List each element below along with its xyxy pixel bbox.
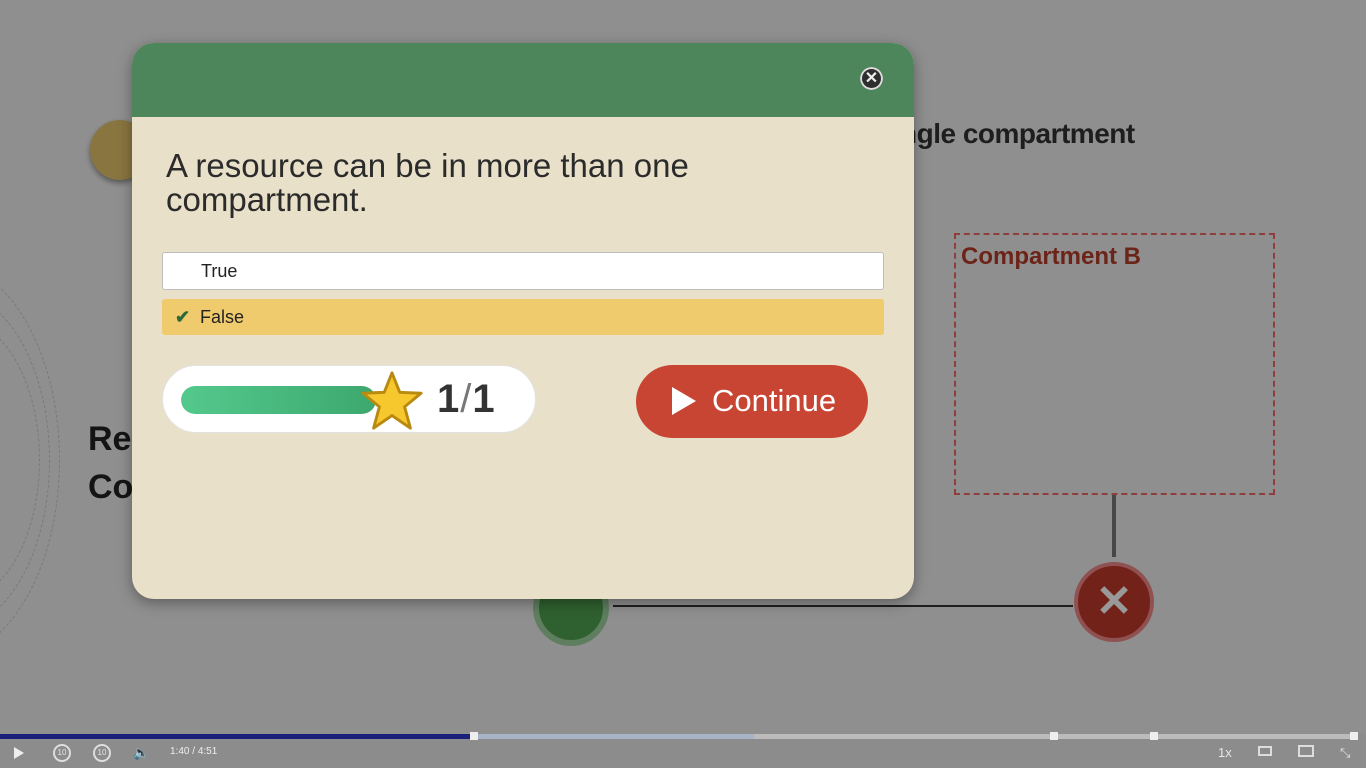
- score-total: 1: [472, 377, 496, 421]
- play-icon: [672, 387, 696, 415]
- seek-marker: [1350, 732, 1358, 740]
- score-current: 1: [437, 377, 461, 421]
- forward-10-icon[interactable]: 10: [93, 744, 111, 762]
- play-icon[interactable]: [14, 747, 24, 759]
- current-time: 1:40: [170, 746, 190, 757]
- score-progress-bar: [181, 386, 376, 414]
- quiz-modal: ✕ A resource can be in more than one com…: [132, 43, 914, 599]
- duration: 4:51: [197, 746, 218, 757]
- exit-fullscreen-icon[interactable]: ⤡: [1340, 744, 1350, 762]
- star-icon: [361, 371, 423, 430]
- modal-header: ✕: [132, 43, 914, 117]
- score-text: 1/1: [437, 376, 496, 422]
- seek-marker: [1150, 732, 1158, 740]
- captions-icon[interactable]: [1258, 746, 1272, 756]
- time-display: 1:40 / 4:51: [170, 746, 217, 757]
- answer-label: False: [200, 307, 245, 327]
- answer-label: True: [201, 261, 238, 281]
- close-icon[interactable]: ✕: [858, 65, 885, 92]
- score-progress-fill: [181, 386, 376, 414]
- playback-speed-button[interactable]: 1x: [1218, 744, 1232, 762]
- picture-in-picture-icon[interactable]: [1298, 745, 1314, 757]
- seek-marker: [1050, 732, 1058, 740]
- seek-buffer: [470, 734, 754, 739]
- seek-bar[interactable]: [0, 732, 1358, 740]
- continue-button[interactable]: Continue: [636, 365, 868, 438]
- score-indicator: 1/1: [162, 365, 536, 433]
- seek-marker: [470, 732, 478, 740]
- video-player-bar: 10 10 🔈 1:40 / 4:51 1x ⤡: [0, 732, 1366, 768]
- rewind-10-icon[interactable]: 10: [53, 744, 71, 762]
- score-separator: /: [460, 377, 473, 421]
- question-text: A resource can be in more than one compa…: [166, 147, 689, 218]
- continue-label: Continue: [712, 383, 837, 418]
- checkmark-icon: ✔: [175, 307, 191, 327]
- volume-icon[interactable]: 🔈: [133, 744, 149, 762]
- answer-option-true[interactable]: True: [162, 252, 884, 290]
- answer-option-false[interactable]: ✔ False: [162, 299, 884, 335]
- seek-played: [0, 734, 470, 739]
- time-separator: /: [192, 746, 196, 757]
